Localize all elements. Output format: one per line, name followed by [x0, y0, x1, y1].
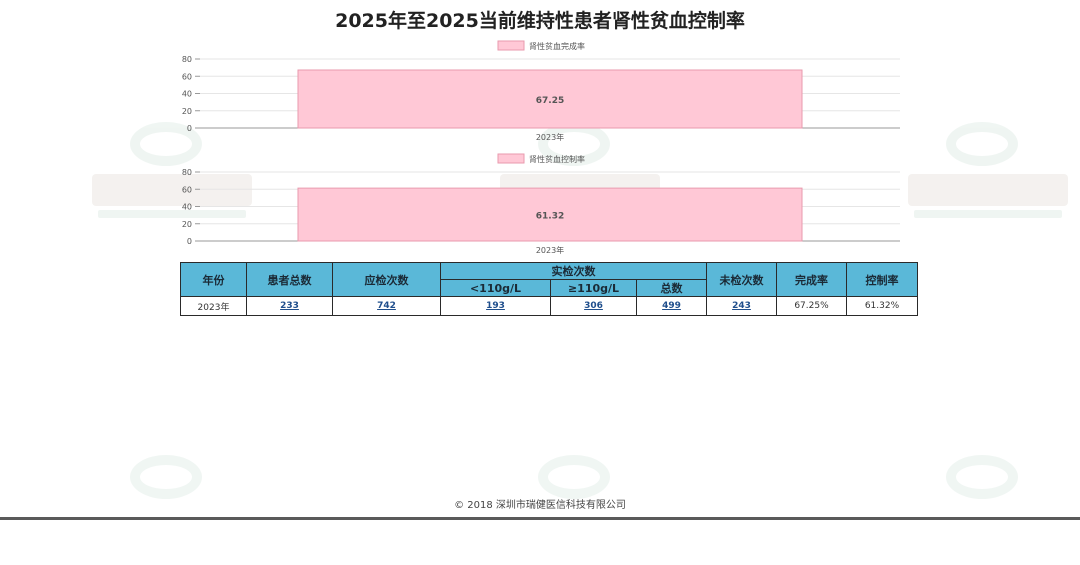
cell-year: 2023年 — [180, 296, 247, 316]
footer-copyright: © 2018 深圳市瑞健医信科技有限公司 — [454, 500, 626, 511]
legend-label: 肾性贫血完成率 — [529, 41, 585, 51]
cell-unchecked: 243 — [706, 296, 777, 316]
cell-ge110: 306 — [550, 296, 637, 316]
bar-data-label: 61.32 — [536, 212, 564, 222]
header-lt110: <110g/L — [440, 279, 551, 297]
x-tick-label: 2023年 — [536, 132, 564, 142]
table-row: 2023年 233 742 193 306 499 243 67.25% 61.… — [180, 296, 918, 316]
y-tick-label: 20 — [182, 107, 192, 116]
patients-link[interactable]: 233 — [280, 301, 299, 311]
cell-total: 499 — [636, 296, 707, 316]
cell-lt110: 193 — [440, 296, 551, 316]
bar-data-label: 67.25 — [536, 96, 564, 106]
header-expected: 应检次数 — [332, 262, 441, 297]
header-ge110: ≥110g/L — [550, 279, 637, 297]
ge110-link[interactable]: 306 — [584, 301, 603, 311]
cell-completion: 67.25% — [776, 296, 847, 316]
header-total: 总数 — [636, 279, 707, 297]
y-tick-label: 0 — [187, 124, 192, 133]
legend[interactable]: 肾性贫血完成率 — [497, 40, 585, 51]
control-rate-chart: 肾性贫血控制率 0 20 40 60 80 61.32 2023年 — [182, 153, 900, 255]
page-title: 2025年至2025当前维持性患者肾性贫血控制率 — [335, 10, 745, 32]
y-tick-label: 20 — [182, 220, 192, 229]
cell-control: 61.32% — [846, 296, 918, 316]
y-tick-label: 60 — [182, 72, 192, 81]
y-tick-label: 80 — [182, 55, 192, 64]
header-unchecked: 未检次数 — [706, 262, 777, 297]
y-tick-label: 40 — [182, 90, 192, 99]
x-tick-label: 2023年 — [536, 245, 564, 255]
header-year: 年份 — [180, 262, 247, 297]
y-tick-label: 80 — [182, 168, 192, 177]
cell-patients: 233 — [246, 296, 333, 316]
header-actual: 实检次数 — [440, 262, 707, 280]
legend-swatch — [497, 40, 525, 51]
total-link[interactable]: 499 — [662, 301, 681, 311]
cell-expected: 742 — [332, 296, 441, 316]
expected-link[interactable]: 742 — [377, 301, 396, 311]
y-tick-label: 0 — [187, 237, 192, 246]
legend[interactable]: 肾性贫血控制率 — [497, 153, 585, 164]
anemia-control-table: 年份 患者总数 应检次数 实检次数 未检次数 完成率 控制率 <110g/L ≥… — [180, 262, 918, 316]
legend-swatch — [497, 153, 525, 164]
completion-rate-chart: 肾性贫血完成率 0 20 40 60 80 67.25 2023年 — [182, 40, 900, 142]
unchecked-link[interactable]: 243 — [732, 301, 751, 311]
y-tick-label: 40 — [182, 203, 192, 212]
legend-label: 肾性贫血控制率 — [529, 154, 585, 164]
header-control: 控制率 — [846, 262, 918, 297]
lt110-link[interactable]: 193 — [486, 301, 505, 311]
header-completion: 完成率 — [776, 262, 847, 297]
header-patients: 患者总数 — [246, 262, 333, 297]
y-tick-label: 60 — [182, 185, 192, 194]
